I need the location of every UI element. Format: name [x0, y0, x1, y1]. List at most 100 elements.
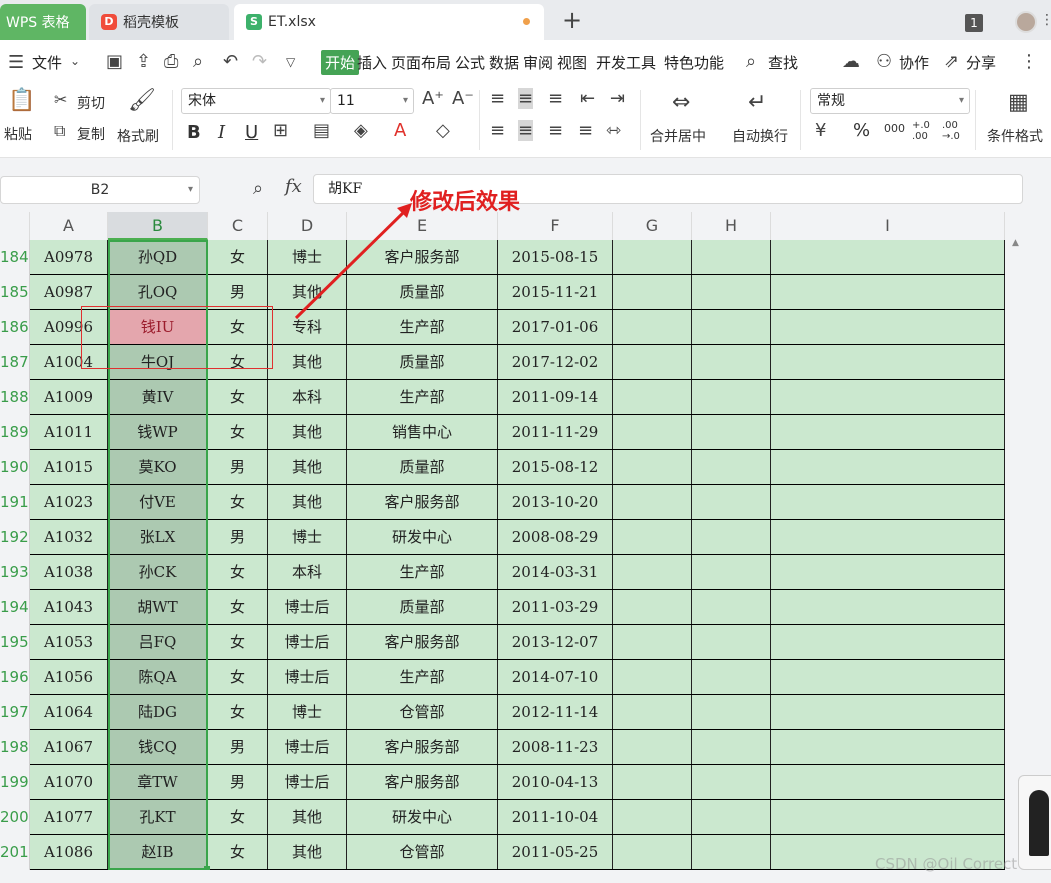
column-header-f[interactable]: F — [498, 212, 613, 240]
collab-icon[interactable]: ⚇ — [876, 51, 892, 72]
cell-e[interactable]: 质量部 — [347, 450, 498, 484]
cell-a[interactable]: A1053 — [30, 625, 108, 659]
increase-decimal-button[interactable]: +.0 .00 — [912, 120, 934, 142]
underline-button[interactable]: U — [245, 122, 258, 143]
cell-h[interactable] — [692, 590, 771, 624]
cell-a[interactable]: A1015 — [30, 450, 108, 484]
cell-c[interactable]: 女 — [208, 555, 268, 589]
cell-b[interactable]: 莫KO — [108, 450, 208, 484]
cell-h[interactable] — [692, 800, 771, 834]
cell-e[interactable]: 仓管部 — [347, 835, 498, 869]
print-preview-icon[interactable]: ⌕ — [193, 51, 203, 72]
cell-g[interactable] — [613, 660, 692, 694]
cell-c[interactable]: 女 — [208, 415, 268, 449]
select-all-corner[interactable] — [0, 212, 30, 240]
cell-e[interactable]: 质量部 — [347, 275, 498, 309]
distributed-icon[interactable]: ⇿ — [606, 120, 621, 141]
cell-f[interactable]: 2013-12-07 — [498, 625, 613, 659]
cell-a[interactable]: A1070 — [30, 765, 108, 799]
cell-i[interactable] — [771, 380, 1005, 414]
share-icon[interactable]: ⇗ — [944, 51, 959, 72]
cell-d[interactable]: 其他 — [268, 485, 347, 519]
vertical-scrollbar[interactable] — [1010, 240, 1020, 860]
row-header[interactable]: 190 — [0, 450, 30, 485]
align-left-icon[interactable]: ≡ — [490, 120, 505, 141]
cell-i[interactable] — [771, 625, 1005, 659]
conditional-format-icon[interactable]: ▦ — [1008, 90, 1029, 115]
font-size-select[interactable]: 11 ▾ — [330, 88, 414, 114]
cell-i[interactable] — [771, 345, 1005, 379]
hamburger-icon[interactable]: ☰ — [8, 52, 24, 73]
cell-a[interactable]: A1023 — [30, 485, 108, 519]
menu-view[interactable]: 视图 — [557, 52, 587, 73]
row-header[interactable]: 196 — [0, 660, 30, 695]
cell-f[interactable]: 2013-10-20 — [498, 485, 613, 519]
cell-h[interactable] — [692, 730, 771, 764]
cell-a[interactable]: A1038 — [30, 555, 108, 589]
increase-indent-icon[interactable]: ⇥ — [610, 88, 625, 109]
row-header[interactable]: 184 — [0, 240, 30, 275]
fill-color-icon[interactable]: ◈ — [354, 120, 368, 141]
cell-e[interactable]: 研发中心 — [347, 520, 498, 554]
menu-page-layout[interactable]: 页面布局 — [391, 52, 451, 73]
menu-file[interactable]: 文件 — [32, 52, 62, 73]
cell-f[interactable]: 2011-11-29 — [498, 415, 613, 449]
cell-h[interactable] — [692, 765, 771, 799]
cell-d[interactable]: 其他 — [268, 800, 347, 834]
clear-format-icon[interactable]: ◇ — [436, 120, 450, 141]
cell-c[interactable]: 男 — [208, 275, 268, 309]
window-count-badge[interactable]: 1 — [965, 14, 983, 32]
italic-button[interactable]: I — [218, 122, 225, 143]
row-header[interactable]: 193 — [0, 555, 30, 590]
cell-a[interactable]: A1064 — [30, 695, 108, 729]
save-icon[interactable]: ▣ — [106, 51, 123, 72]
cell-i[interactable] — [771, 660, 1005, 694]
cell-b[interactable]: 孙QD — [108, 240, 208, 274]
cell-h[interactable] — [692, 520, 771, 554]
paste-button[interactable]: 粘贴 — [4, 124, 32, 144]
column-header-d[interactable]: D — [268, 212, 347, 240]
cell-d[interactable]: 博士后 — [268, 590, 347, 624]
cell-a[interactable]: A1043 — [30, 590, 108, 624]
cell-d[interactable]: 其他 — [268, 345, 347, 379]
avatar[interactable] — [1015, 11, 1037, 33]
decrease-indent-icon[interactable]: ⇤ — [580, 88, 595, 109]
row-header[interactable]: 201 — [0, 835, 30, 870]
undo-icon[interactable]: ↶ — [223, 51, 238, 72]
cell-e[interactable]: 生产部 — [347, 310, 498, 344]
wrap-text-button[interactable]: 自动换行 — [732, 126, 788, 146]
cell-a[interactable]: A1077 — [30, 800, 108, 834]
copy-icon[interactable]: ⧉ — [54, 121, 65, 141]
cell-f[interactable]: 2008-08-29 — [498, 520, 613, 554]
cell-g[interactable] — [613, 695, 692, 729]
cell-i[interactable] — [771, 590, 1005, 624]
menu-start[interactable]: 开始 — [321, 50, 360, 75]
name-box[interactable]: B2 ▾ — [0, 176, 200, 204]
cell-f[interactable]: 2014-07-10 — [498, 660, 613, 694]
justify-icon[interactable]: ≡ — [578, 120, 593, 141]
tab-wps-home[interactable]: WPS 表格 — [0, 4, 86, 40]
row-header[interactable]: 199 — [0, 765, 30, 800]
cell-b[interactable]: 黄IV — [108, 380, 208, 414]
cell-h[interactable] — [692, 660, 771, 694]
cell-g[interactable] — [613, 485, 692, 519]
cell-a[interactable]: A1086 — [30, 835, 108, 869]
increase-font-icon[interactable]: A⁺ — [422, 88, 444, 109]
currency-icon[interactable]: ¥ — [815, 120, 826, 141]
cell-i[interactable] — [771, 555, 1005, 589]
cell-c[interactable]: 女 — [208, 590, 268, 624]
row-header[interactable]: 186 — [0, 310, 30, 345]
cell-d[interactable]: 博士后 — [268, 730, 347, 764]
row-header[interactable]: 188 — [0, 380, 30, 415]
cell-g[interactable] — [613, 240, 692, 274]
cell-f[interactable]: 2010-04-13 — [498, 765, 613, 799]
format-painter-button[interactable]: 格式刷 — [117, 126, 159, 146]
cell-f[interactable]: 2008-11-23 — [498, 730, 613, 764]
floating-thumbnail[interactable] — [1018, 775, 1051, 870]
cell-c[interactable]: 女 — [208, 800, 268, 834]
cell-f[interactable]: 2017-12-02 — [498, 345, 613, 379]
menu-insert[interactable]: 插入 — [357, 52, 387, 73]
redo-icon[interactable]: ↷ — [252, 51, 267, 72]
cell-e[interactable]: 质量部 — [347, 590, 498, 624]
cell-d[interactable]: 其他 — [268, 450, 347, 484]
